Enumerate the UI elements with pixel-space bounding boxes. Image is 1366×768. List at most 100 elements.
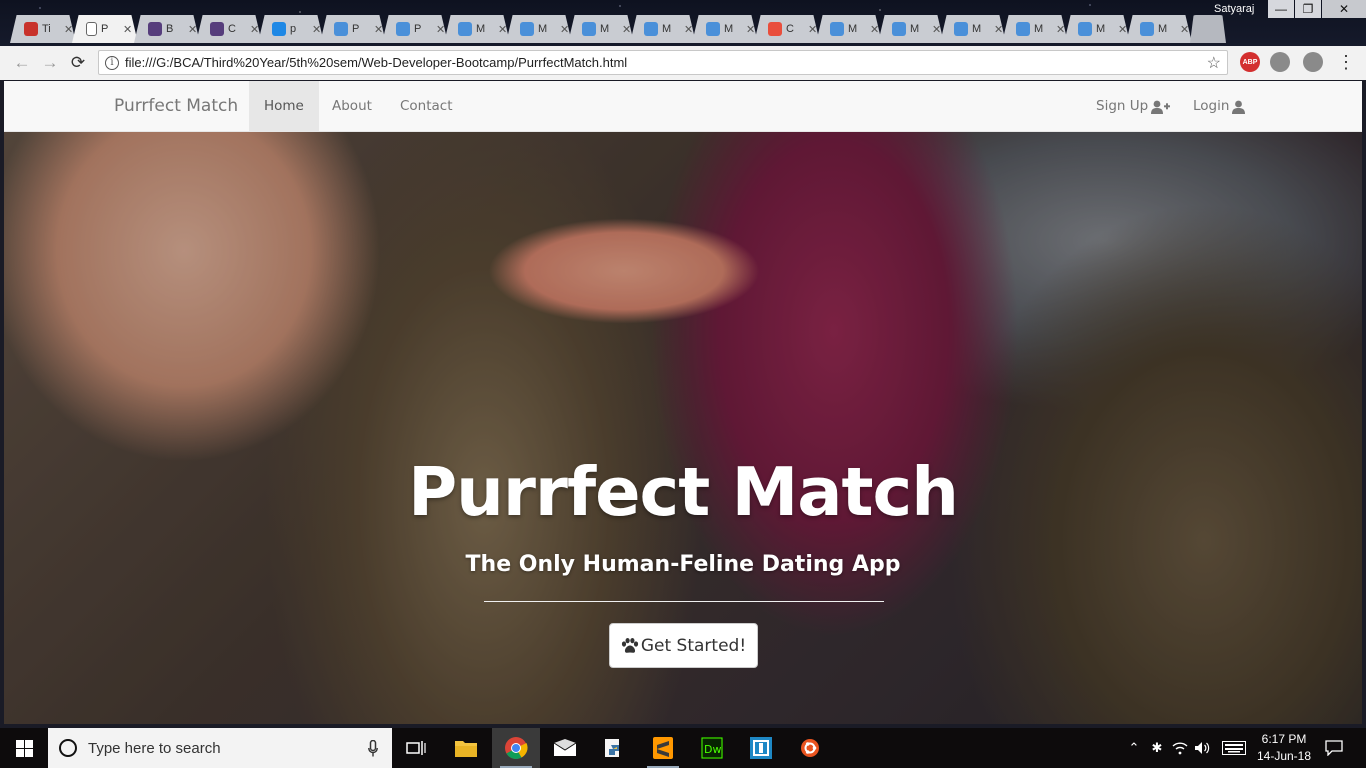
minimize-button[interactable]: — [1268, 0, 1294, 18]
chrome-icon[interactable] [492, 728, 540, 768]
tray-chevron-icon[interactable]: ⌃ [1124, 740, 1144, 756]
tab-close-icon[interactable]: ✕ [684, 23, 693, 36]
tab-title: M [600, 23, 610, 35]
bookmark-star-icon[interactable]: ☆ [1207, 53, 1221, 73]
extension-shield-icon[interactable] [1303, 52, 1323, 72]
extension-icon[interactable] [1270, 52, 1290, 72]
maximize-button[interactable]: ❐ [1295, 0, 1321, 18]
tab-strip: Ti ✕ P ✕ B ✕ C ✕ p ✕ P ✕ P ✕ M ✕ M ✕ M ✕ M ✕ M ✕ C ✕ M ✕ M ✕ M ✕ M ✕ M ✕ M ✕ [10, 15, 1226, 45]
tab-close-icon[interactable]: ✕ [374, 23, 383, 36]
tab-close-icon[interactable]: ✕ [808, 23, 817, 36]
brand-link[interactable]: Purrfect Match [114, 81, 238, 132]
tab-title: p [290, 23, 297, 35]
get-started-button[interactable]: Get Started! [609, 623, 758, 668]
start-button[interactable] [0, 728, 48, 768]
browser-tab[interactable]: M ✕ [878, 15, 944, 43]
browser-tab[interactable]: M ✕ [1064, 15, 1130, 43]
nav-about[interactable]: About [317, 81, 387, 132]
browser-tab[interactable]: P ✕ [382, 15, 448, 43]
brackets-icon[interactable] [737, 728, 785, 768]
tab-close-icon[interactable]: ✕ [436, 23, 445, 36]
colorful-icon [768, 22, 782, 36]
browser-tab[interactable]: M ✕ [444, 15, 510, 43]
mail-icon[interactable] [541, 728, 589, 768]
tab-title: M [972, 23, 982, 35]
browser-tab[interactable]: M ✕ [692, 15, 758, 43]
browser-tab[interactable]: C ✕ [196, 15, 262, 43]
infinity-icon [520, 22, 534, 36]
tab-close-icon[interactable]: ✕ [188, 23, 197, 36]
nav-home[interactable]: Home [249, 81, 319, 132]
nav-contact[interactable]: Contact [385, 81, 468, 132]
nav-login[interactable]: Login [1193, 81, 1246, 132]
tray-app-icon[interactable]: ✱ [1144, 740, 1170, 756]
forward-button[interactable]: → [36, 53, 64, 73]
reload-button[interactable]: ⟳ [64, 53, 92, 73]
microphone-icon[interactable] [368, 739, 378, 757]
tab-close-icon[interactable]: ✕ [746, 23, 755, 36]
tab-close-icon[interactable]: ✕ [64, 23, 73, 36]
paw-icon [621, 637, 638, 653]
signup-label: Sign Up [1096, 98, 1149, 114]
browser-tab[interactable]: M ✕ [630, 15, 696, 43]
tab-close-icon[interactable]: ✕ [994, 23, 1003, 36]
tab-title: M [662, 23, 672, 35]
cortana-icon[interactable] [59, 739, 77, 757]
tab-title: P [352, 23, 360, 35]
tab-close-icon[interactable]: ✕ [870, 23, 879, 36]
browser-tab[interactable]: M ✕ [940, 15, 1006, 43]
tab-close-icon[interactable]: ✕ [560, 23, 569, 36]
infinity-icon [458, 22, 472, 36]
keyboard-icon[interactable] [1222, 741, 1246, 755]
volume-icon[interactable] [1194, 741, 1210, 755]
dreamweaver-icon[interactable]: Dw [688, 728, 736, 768]
tab-close-icon[interactable]: ✕ [1056, 23, 1065, 36]
python-icon[interactable] [590, 728, 638, 768]
url-text[interactable]: file:///G:/BCA/Third%20Year/5th%20sem/We… [125, 55, 627, 70]
site-navbar: Purrfect Match Home About Contact Sign U… [4, 81, 1362, 132]
back-button[interactable]: ← [8, 53, 36, 73]
taskbar-search-placeholder: Type here to search [88, 739, 221, 757]
browser-tab[interactable]: M ✕ [568, 15, 634, 43]
tab-close-icon[interactable]: ✕ [123, 23, 132, 36]
browser-tab[interactable]: M ✕ [1126, 15, 1192, 43]
new-tab-button[interactable] [1190, 15, 1226, 43]
info-icon[interactable]: i [105, 55, 119, 70]
sublime-text-icon[interactable] [639, 728, 687, 768]
nav-signup[interactable]: Sign Up [1096, 81, 1171, 132]
tab-close-icon[interactable]: ✕ [250, 23, 259, 36]
taskbar-search[interactable]: Type here to search [48, 728, 392, 768]
file-explorer-icon[interactable] [442, 728, 490, 768]
task-view-icon[interactable] [392, 728, 440, 768]
windows-taskbar: Type here to search Dw ⌃ ✱ 6:17 PM 14-Ju… [0, 728, 1366, 768]
action-center-icon[interactable] [1310, 728, 1358, 768]
adblock-plus-icon[interactable]: ABP [1240, 52, 1260, 72]
windows-logo-icon [15, 739, 33, 757]
tab-close-icon[interactable]: ✕ [312, 23, 321, 36]
browser-tab[interactable]: B ✕ [134, 15, 200, 43]
browser-tab[interactable]: M ✕ [506, 15, 572, 43]
infinity-icon [954, 22, 968, 36]
tab-close-icon[interactable]: ✕ [932, 23, 941, 36]
tab-close-icon[interactable]: ✕ [1118, 23, 1127, 36]
ubuntu-icon[interactable] [786, 728, 834, 768]
browser-tab[interactable]: M ✕ [1002, 15, 1068, 43]
browser-menu-icon[interactable]: ⋮ [1336, 52, 1356, 72]
browser-tab[interactable]: p ✕ [258, 15, 324, 43]
tab-close-icon[interactable]: ✕ [498, 23, 507, 36]
infinity-icon [334, 22, 348, 36]
svg-text:Dw: Dw [704, 743, 721, 756]
close-window-button[interactable]: ✕ [1322, 0, 1366, 18]
tab-close-icon[interactable]: ✕ [1180, 23, 1189, 36]
taskbar-clock[interactable]: 6:17 PM 14-Jun-18 [1252, 731, 1316, 765]
tab-close-icon[interactable]: ✕ [622, 23, 631, 36]
browser-tab[interactable]: P ✕ [320, 15, 386, 43]
browser-tab[interactable]: Ti ✕ [10, 15, 76, 43]
wifi-icon[interactable] [1172, 741, 1188, 755]
browser-tab[interactable]: P ✕ [72, 15, 138, 43]
profile-name[interactable]: Satyaraj [1214, 3, 1254, 15]
get-started-label: Get Started! [640, 635, 747, 656]
address-bar[interactable]: i file:///G:/BCA/Third%20Year/5th%20sem/… [98, 50, 1228, 75]
browser-tab[interactable]: M ✕ [816, 15, 882, 43]
browser-tab[interactable]: C ✕ [754, 15, 820, 43]
